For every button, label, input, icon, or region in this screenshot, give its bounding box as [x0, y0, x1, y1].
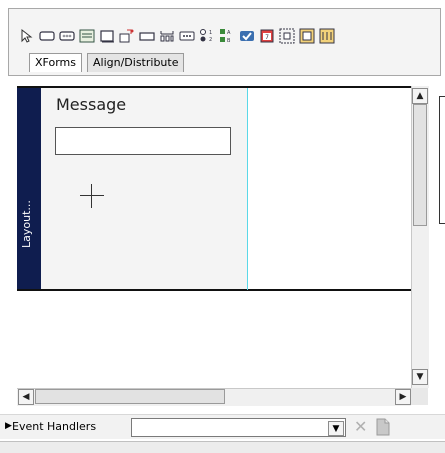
svg-text:1: 1: [209, 30, 212, 36]
select1-icon[interactable]: 12: [198, 28, 215, 45]
pointer-icon[interactable]: [18, 28, 35, 45]
svg-text:7: 7: [265, 34, 269, 41]
submit-icon[interactable]: [158, 28, 175, 45]
input-icon[interactable]: [38, 28, 55, 45]
range-icon[interactable]: [118, 28, 135, 45]
palette-toolbar: *** 12 AB 7: [18, 26, 335, 46]
layout-border-top: [17, 86, 428, 88]
svg-text:B: B: [227, 38, 231, 44]
trigger-icon[interactable]: [138, 28, 155, 45]
chevron-down-icon[interactable]: ▼: [328, 421, 344, 436]
scrollbar-corner: [411, 388, 428, 405]
scroll-up-button[interactable]: ▲: [412, 88, 428, 104]
delete-handler-icon[interactable]: ✕: [354, 418, 370, 436]
column-guide-line[interactable]: [247, 88, 248, 290]
svg-text:2: 2: [209, 37, 212, 43]
layout-border-bottom: [17, 289, 428, 291]
horizontal-scrollbar-thumb[interactable]: [35, 389, 225, 404]
output-icon[interactable]: [98, 28, 115, 45]
checkbox-icon[interactable]: [238, 28, 255, 45]
secret-icon[interactable]: ***: [58, 28, 75, 45]
vertical-scrollbar-thumb[interactable]: [413, 104, 427, 226]
add-handler-icon[interactable]: [374, 418, 392, 436]
group-icon[interactable]: [278, 28, 295, 45]
tab-align-distribute[interactable]: Align/Distribute: [87, 53, 185, 72]
crosshair-cursor-icon: [80, 184, 104, 208]
scroll-left-button[interactable]: ◀: [18, 389, 34, 405]
tab-xforms[interactable]: XForms: [29, 53, 82, 72]
scroll-down-button[interactable]: ▼: [412, 369, 428, 385]
repeat-icon[interactable]: [318, 28, 335, 45]
event-handlers-select[interactable]: [131, 418, 346, 437]
message-label: Message: [56, 95, 127, 114]
layout-handle[interactable]: Layout...: [17, 88, 41, 290]
bottom-tab-strip: [0, 441, 445, 453]
select-icon[interactable]: AB: [218, 28, 235, 45]
event-handlers-label: Event Handlers: [12, 420, 97, 433]
expand-arrow-icon[interactable]: ▶: [5, 421, 12, 431]
svg-text:A: A: [227, 30, 231, 36]
upload-icon[interactable]: [178, 28, 195, 45]
message-input[interactable]: [55, 127, 231, 155]
scroll-right-button[interactable]: ▶: [395, 389, 411, 405]
textarea-icon[interactable]: [78, 28, 95, 45]
layout-cell[interactable]: [41, 88, 247, 290]
svg-text:***: ***: [62, 34, 71, 41]
layout-label: Layout...: [20, 200, 33, 248]
switch-icon[interactable]: [298, 28, 315, 45]
side-panel-edge: [439, 96, 445, 224]
date-icon[interactable]: 7: [258, 28, 275, 45]
